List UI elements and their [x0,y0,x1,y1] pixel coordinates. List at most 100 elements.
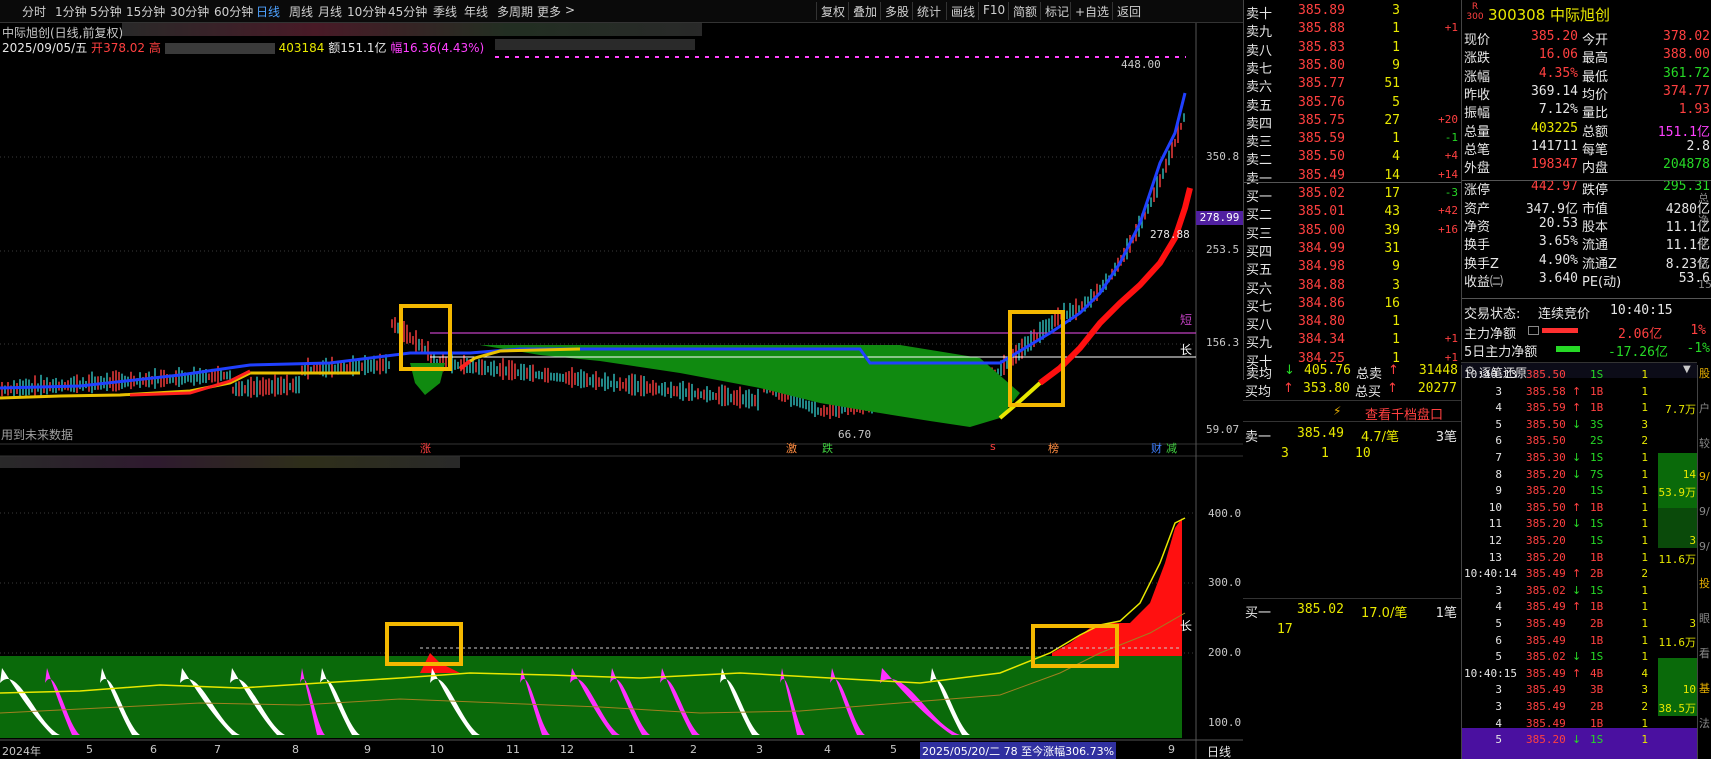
toolbar-button-2[interactable]: 多股 [880,2,913,20]
bid-row[interactable]: 买九 384.34 1 +1 [1244,331,1462,351]
toolbar-button-5[interactable]: F10 [978,2,1009,20]
side-tab[interactable]: 15 [1698,278,1711,291]
trade-row[interactable]: 7 385.30 ↓ 1S 1 [1462,450,1698,467]
side-tab[interactable]: 户 [1699,400,1710,416]
trade-row[interactable]: 12 385.20 1S 1 3 [1462,533,1698,550]
date-tick-10: 2 [690,743,697,756]
ask-row[interactable]: 卖三 385.59 1 -1 [1244,130,1462,150]
ask-row[interactable]: 卖九 385.88 1 +1 [1244,20,1462,40]
period-tab-10[interactable]: 45分钟 [388,3,427,20]
side-tab[interactable]: 货 [1698,256,1709,272]
bid-row[interactable]: 买三 385.00 39 +16 [1244,222,1462,242]
bid-row[interactable]: 买四 384.99 31 [1244,240,1462,260]
side-tab[interactable]: 看 [1699,645,1710,661]
date-tick-9: 1 [628,743,635,756]
toolbar-button-0[interactable]: 复权 [816,2,849,20]
bid-row[interactable]: 买六 384.88 3 [1244,277,1462,297]
ask-row[interactable]: 卖十 385.89 3 [1244,2,1462,22]
side-tab[interactable]: 法 [1699,715,1710,731]
side-tab[interactable]: 非 [1698,234,1709,250]
trade-row[interactable]: 6 385.50 2S 2 [1462,433,1698,450]
date-tick-0: 2024年 [2,745,41,758]
trade-row[interactable]: 3 385.49 3B 3 10 [1462,682,1698,699]
ask-row[interactable]: 卖四 385.75 27 +20 [1244,112,1462,132]
period-tab-6[interactable]: 日线 [256,3,280,20]
trade-row[interactable]: 5 385.49 2B 1 3 [1462,616,1698,633]
depth-button[interactable]: 查看千档盘口 [1365,404,1443,423]
period-tab-13[interactable]: 多周期 [497,3,533,20]
ask-row[interactable]: 卖六 385.77 51 [1244,75,1462,95]
period-tab-2[interactable]: 5分钟 [90,3,122,20]
toolbar-button-9[interactable]: 返回 [1112,2,1145,20]
toolbar-button-4[interactable]: 画线 [946,2,979,20]
toolbar-button-6[interactable]: 简额 [1008,2,1041,20]
trade-row[interactable]: 5 385.50 ↓ 3S 3 [1462,417,1698,434]
toolbar-button-1[interactable]: 叠加 [848,2,881,20]
trade-row[interactable]: 9 385.20 1S 1 53.9万 [1462,483,1698,500]
trade-row[interactable]: 4 385.49 1B 1 [1462,716,1698,733]
period-tab-5[interactable]: 60分钟 [214,3,253,20]
trade-row[interactable]: 11 385.20 ↓ 1S 1 [1462,516,1698,533]
calc-icon [1528,326,1539,335]
period-tab-14[interactable]: 更多 [537,3,561,20]
trade-row[interactable]: 5 385.20 ↓ 1S 1 [1462,732,1698,749]
period-tab-9[interactable]: 10分钟 [347,3,386,20]
bid-row[interactable]: 买七 384.86 16 [1244,295,1462,315]
side-tab[interactable]: 眼 [1699,610,1710,626]
bid-row[interactable]: 买八 384.80 1 [1244,313,1462,333]
bid-row[interactable]: 买五 384.98 9 [1244,258,1462,278]
signal-tag-0: 涨 [420,442,431,455]
side-tab[interactable]: 9/ [1699,505,1710,518]
toolbar-button-7[interactable]: 标记 [1040,2,1073,20]
trade-row[interactable]: 10:40:15 385.49 ↑ 4B 4 [1462,666,1698,683]
period-tab-11[interactable]: 季线 [433,3,457,20]
trade-row[interactable]: 3 385.02 ↓ 1S 1 [1462,583,1698,600]
trade-row[interactable]: 6 385.49 1B 1 11.6万 [1462,633,1698,650]
signal-tag-4: 榜 [1048,442,1059,455]
trade-row[interactable]: 4 385.49 ↑ 1B 1 [1462,599,1698,616]
ask-row[interactable]: 卖五 385.76 5 [1244,94,1462,114]
quote-row: 涨幅 4.35% 最低 361.72 [1464,65,1710,85]
side-tab[interactable]: 9/ [1699,540,1710,553]
trade-row[interactable]: 3 385.58 ↑ 1B 1 [1462,384,1698,401]
ask-row[interactable]: 卖七 385.80 9 [1244,57,1462,77]
side-tab[interactable]: 基 [1699,680,1710,696]
trade-row[interactable]: 10:40:13 385.50 1S 1 [1462,367,1698,384]
toolbar-button-3[interactable]: 统计 [912,2,945,20]
period-tab-7[interactable]: 周线 [289,3,313,20]
ask-row[interactable]: 卖八 385.83 1 [1244,39,1462,59]
ask-row[interactable]: 卖二 385.50 4 +4 [1244,148,1462,168]
depth-button-bar[interactable]: ⚡ 查看千档盘口 [1243,400,1461,423]
period-tab-1[interactable]: 1分钟 [55,3,87,20]
period-tab-3[interactable]: 15分钟 [126,3,165,20]
date-tick-2: 6 [150,743,157,756]
toolbar-button-8[interactable]: +自选 [1070,2,1113,20]
trade-row[interactable]: 10 385.50 ↑ 1B 1 [1462,500,1698,517]
side-tab[interactable]: 总 [1698,190,1709,206]
kline-chart[interactable] [0,23,1243,759]
more-chevron-icon[interactable]: > [565,3,575,17]
price-min-label: 66.70 [838,428,872,441]
period-tab-8[interactable]: 月线 [318,3,342,20]
trade-row[interactable]: 5 385.02 ↓ 1S 1 [1462,649,1698,666]
trade-row[interactable]: 13 385.20 1B 1 11.6万 [1462,550,1698,567]
side-tab[interactable]: 9/ [1699,470,1710,483]
bid-row[interactable]: 买一 385.02 17 -3 [1244,185,1462,205]
trade-row[interactable]: 10:40:14 385.49 ↑ 2B 2 [1462,566,1698,583]
side-tab[interactable]: 投 [1699,575,1710,591]
side-tab[interactable]: 股 [1699,365,1710,381]
period-tab-4[interactable]: 30分钟 [170,3,209,20]
period-tab-0[interactable]: 分时 [22,3,46,20]
tick-trades[interactable]: 10:40:13 385.50 1S 1 3 385.58 ↑ 1B 1 4 385.59 ↑ 1B 1 7… [1461,365,1698,759]
quote-row: 净资 20.53 股本 11.1亿 [1464,216,1710,235]
side-tab[interactable]: 净 [1698,212,1709,228]
trade-row[interactable]: 4 385.59 ↑ 1B 1 7.7万 [1462,400,1698,417]
period-tab-12[interactable]: 年线 [464,3,488,20]
side-tab[interactable]: 较 [1699,435,1710,451]
bid-row[interactable]: 买二 385.01 43 +42 [1244,203,1462,223]
trade-row[interactable]: 3 385.49 2B 2 38.5万 [1462,699,1698,716]
side-tabs: 股户较 9/9/9/投眼看基法 [1697,365,1711,759]
market-badge: R 300 [1466,2,1484,22]
trade-row[interactable]: 8 385.20 ↓ 7S 1 14 [1462,467,1698,484]
quote-row: 外盘 198347 内盘 204878 [1464,157,1710,177]
